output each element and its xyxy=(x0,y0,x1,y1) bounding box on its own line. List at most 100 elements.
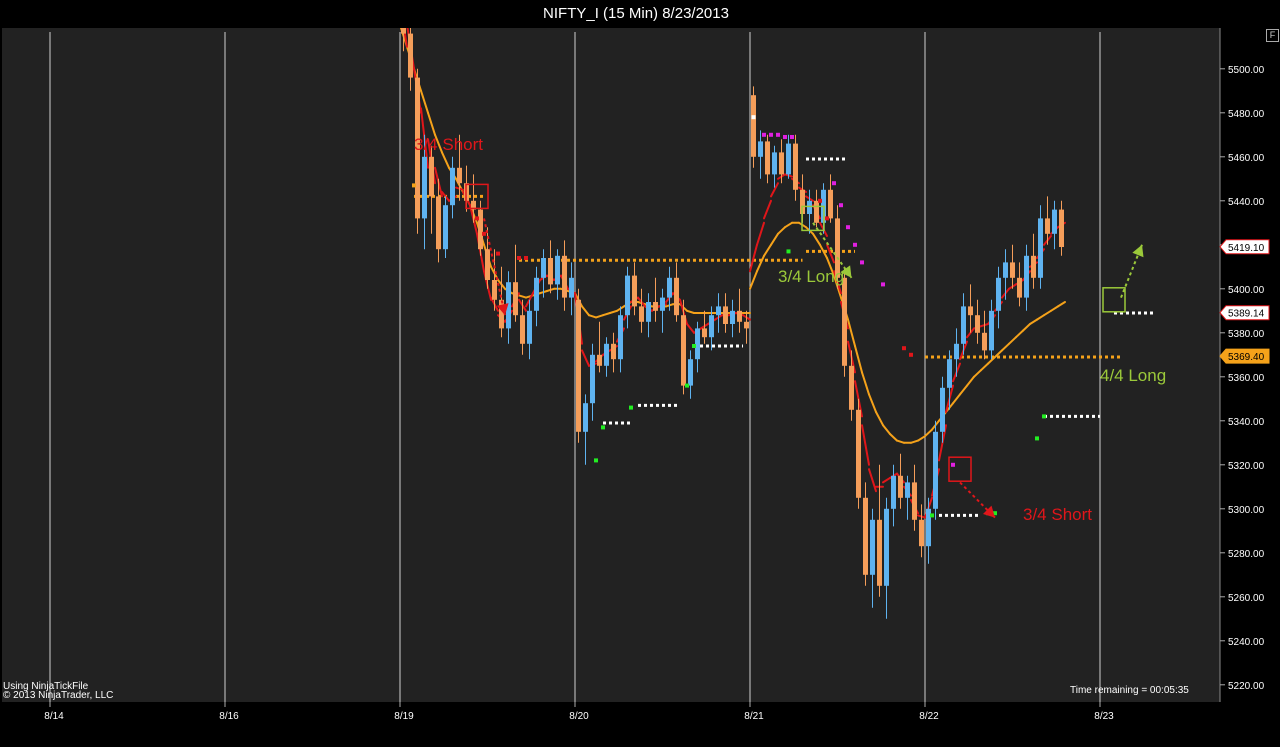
signal-dot xyxy=(482,231,486,236)
signal-dot xyxy=(601,425,605,430)
candle-body xyxy=(842,277,847,366)
candle-body xyxy=(562,255,567,298)
candle-body xyxy=(681,315,686,386)
signal-dot xyxy=(524,256,528,260)
candle-body xyxy=(898,475,903,498)
candle-body xyxy=(534,277,539,311)
price-chart[interactable]: 3/4 Short 3/4 Long 3/4 Short 4/4 Long 5220.… xyxy=(0,0,1280,747)
chart-title: NIFTY_I (15 Min) 8/23/2013 xyxy=(543,5,729,22)
candle-body xyxy=(492,280,497,300)
candle-body xyxy=(436,196,441,250)
candle-body xyxy=(1024,255,1029,298)
candle-body xyxy=(485,249,490,280)
candle-body xyxy=(443,205,448,250)
candle-body xyxy=(884,508,889,586)
price-tick-label: 5380.00 xyxy=(1228,329,1265,340)
price-tick-label: 5280.00 xyxy=(1228,549,1265,560)
candle-body xyxy=(723,306,728,324)
signal-dot xyxy=(902,346,906,351)
price-tick-label: 5480.00 xyxy=(1228,109,1265,120)
candle-body xyxy=(877,519,882,586)
candle-body xyxy=(849,365,854,410)
candle-body xyxy=(996,277,1001,311)
signal-dot xyxy=(881,282,885,287)
signal-dot xyxy=(594,458,598,463)
title-bar: NIFTY_I (15 Min) 8/23/2013 xyxy=(0,0,1280,28)
candle-body xyxy=(604,343,609,366)
price-tick-label: 5320.00 xyxy=(1228,461,1265,472)
candle-body xyxy=(611,343,616,360)
f-button[interactable]: F xyxy=(1266,29,1279,42)
candle-body xyxy=(758,141,763,157)
candle-body xyxy=(730,310,735,324)
candle-body xyxy=(513,282,518,316)
candle-body xyxy=(1010,262,1015,278)
signal-dot xyxy=(412,183,416,188)
signal-dot xyxy=(1042,414,1046,419)
candle-body xyxy=(912,482,917,520)
candle-body xyxy=(583,403,588,432)
signal-dot xyxy=(860,260,864,265)
price-tick-label: 5300.00 xyxy=(1228,505,1265,516)
candle-body xyxy=(1031,255,1036,278)
plot-area xyxy=(2,28,1220,702)
signal-dot xyxy=(786,249,791,254)
date-tick-label: 8/19 xyxy=(394,711,414,722)
price-label-text: 5389.14 xyxy=(1228,309,1265,320)
candle-body xyxy=(954,343,959,360)
candle-body xyxy=(863,497,868,575)
copyright-label: © 2013 NinjaTrader, LLC xyxy=(3,690,114,701)
price-tick-label: 5240.00 xyxy=(1228,637,1265,648)
signal-dot xyxy=(853,242,857,247)
price-tick-label: 5260.00 xyxy=(1228,593,1265,604)
signal-dot xyxy=(629,405,633,410)
candle-body xyxy=(653,302,658,311)
candle-body xyxy=(639,306,644,322)
candle-body xyxy=(940,387,945,432)
candle-body xyxy=(674,277,679,316)
signal-dot xyxy=(825,216,829,221)
candle-body xyxy=(660,297,665,311)
candle-body xyxy=(765,141,770,175)
signal-dot xyxy=(846,225,850,230)
candle-body xyxy=(569,277,574,298)
candle-body xyxy=(744,321,749,329)
trade-annotation: 3/4 Short xyxy=(1023,505,1092,524)
signal-dot xyxy=(839,203,843,208)
candle-body xyxy=(709,315,714,338)
signal-dot xyxy=(517,256,521,260)
candle-body xyxy=(856,409,861,498)
candle-body xyxy=(772,152,777,175)
candle-body xyxy=(1017,277,1022,298)
candle-body xyxy=(933,431,938,509)
candle-body xyxy=(1059,209,1064,247)
candle-body xyxy=(961,306,966,344)
signal-dot xyxy=(496,251,500,256)
price-label-text: 5419.10 xyxy=(1228,243,1265,254)
candle-body xyxy=(541,258,546,278)
candle-body xyxy=(625,275,630,316)
candle-body xyxy=(828,189,833,219)
candle-body xyxy=(737,310,742,322)
signal-dot xyxy=(692,344,696,348)
price-tick-label: 5400.00 xyxy=(1228,285,1265,296)
date-tick-label: 8/21 xyxy=(744,711,764,722)
price-tick-label: 5500.00 xyxy=(1228,65,1265,76)
candle-body xyxy=(1038,218,1043,278)
candle-body xyxy=(919,519,924,547)
candle-body xyxy=(1052,209,1057,234)
candle-body xyxy=(905,482,910,498)
candle-body xyxy=(408,33,413,78)
candle-body xyxy=(891,475,896,509)
price-tick-label: 5340.00 xyxy=(1228,417,1265,428)
candle-body xyxy=(975,315,980,333)
date-tick-label: 8/23 xyxy=(1094,711,1114,722)
candle-body xyxy=(793,143,798,190)
date-tick-label: 8/20 xyxy=(569,711,589,722)
candle-body xyxy=(527,310,532,344)
candle-body xyxy=(597,354,602,366)
candle-body xyxy=(702,328,707,338)
signal-dot xyxy=(776,132,780,137)
candle-body xyxy=(429,156,434,197)
trade-annotation: 3/4 Short xyxy=(414,135,483,154)
